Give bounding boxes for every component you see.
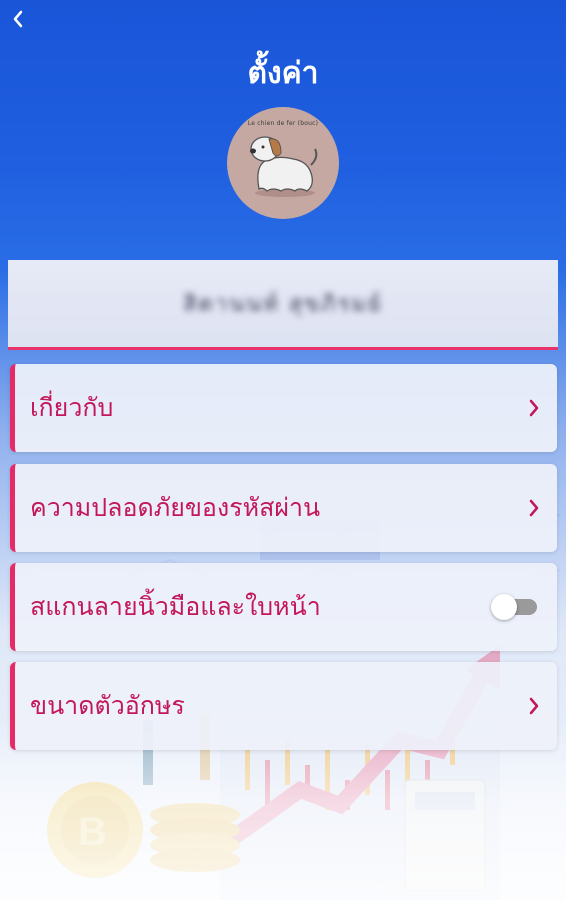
user-name-box: สิตานนท์ สุขภิรมย์: [8, 260, 558, 350]
chevron-right-icon: [527, 498, 541, 518]
menu-item-biometric-scan: สแกนลายนิ้วมือและใบหน้า: [10, 563, 557, 651]
menu-item-font-size[interactable]: ขนาดตัวอักษร: [10, 662, 557, 750]
avatar-caption: Le chien de fer (bouc): [247, 120, 319, 127]
back-button[interactable]: [8, 6, 28, 32]
page-title: ตั้งค่า: [247, 56, 319, 91]
avatar[interactable]: Le chien de fer (bouc): [227, 107, 339, 219]
user-name: สิตานนท์ สุขภิรมย์: [183, 292, 383, 317]
chevron-right-icon: [527, 398, 541, 418]
menu-item-label: สแกนลายนิ้วมือและใบหน้า: [30, 592, 321, 621]
dog-illustration: [250, 136, 318, 197]
menu-item-about[interactable]: เกี่ยวกับ: [10, 364, 557, 452]
chevron-left-icon: [13, 10, 23, 28]
menu-item-password-security[interactable]: ความปลอดภัยของรหัสผ่าน: [10, 464, 557, 552]
biometric-toggle[interactable]: [491, 594, 539, 620]
chevron-right-icon: [527, 696, 541, 716]
menu-item-label: เกี่ยวกับ: [30, 393, 114, 422]
menu-item-label: ความปลอดภัยของรหัสผ่าน: [30, 493, 321, 522]
menu-item-label: ขนาดตัวอักษร: [30, 691, 185, 720]
toggle-knob: [491, 594, 517, 620]
